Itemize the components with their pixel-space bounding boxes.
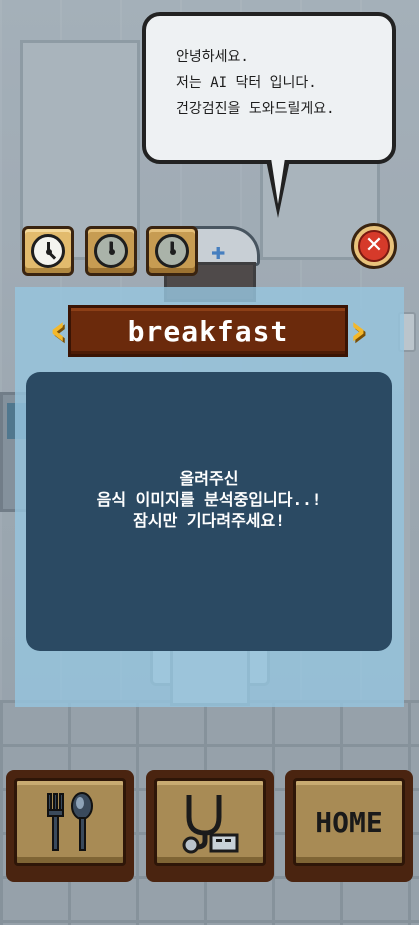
message-line: 잠시만 기다려주세요! (133, 511, 285, 530)
clock-icon (94, 234, 128, 268)
checkup-button-face (154, 778, 266, 866)
clock-icon (31, 234, 65, 268)
close-button[interactable]: ✕ (351, 223, 397, 269)
meal-title: breakfast (127, 314, 289, 348)
fork-spoon-icon (47, 792, 93, 851)
doctor-speech-bubble: 안녕하세요. 저는 AI 닥터 입니다. 건강검진을 도와드릴게요. (142, 12, 396, 164)
clock-icon (155, 234, 189, 268)
speech-line: 건강검진을 도와드릴게요. (176, 101, 335, 117)
speech-line: 안녕하세요. (176, 49, 249, 65)
meal-tab-dinner[interactable] (146, 226, 198, 276)
meal-tab-breakfast[interactable] (22, 226, 74, 276)
food-button-face (14, 778, 126, 866)
meal-tab-lunch[interactable] (85, 226, 137, 276)
home-button-face: HOME (293, 778, 405, 866)
speech-bubble-tail (266, 158, 290, 218)
close-icon: ✕ (358, 230, 390, 262)
stethoscope-icon (182, 795, 239, 854)
food-button[interactable] (6, 770, 134, 882)
message-line: 올려주신 (179, 469, 239, 488)
analysis-message-box: 올려주신 음식 이미지를 분석중입니다..! 잠시만 기다려주세요! (26, 372, 392, 651)
banner-core: breakfast (68, 305, 348, 357)
chevron-right-icon[interactable]: › (344, 307, 372, 355)
speech-line: 저는 AI 닥터 입니다. (176, 75, 317, 91)
home-button[interactable]: HOME (285, 770, 413, 882)
meal-title-banner: ‹ breakfast › (44, 305, 372, 357)
home-label: HOME (315, 805, 383, 839)
message-line: 음식 이미지를 분석중입니다..! (96, 490, 322, 509)
checkup-button[interactable] (146, 770, 274, 882)
